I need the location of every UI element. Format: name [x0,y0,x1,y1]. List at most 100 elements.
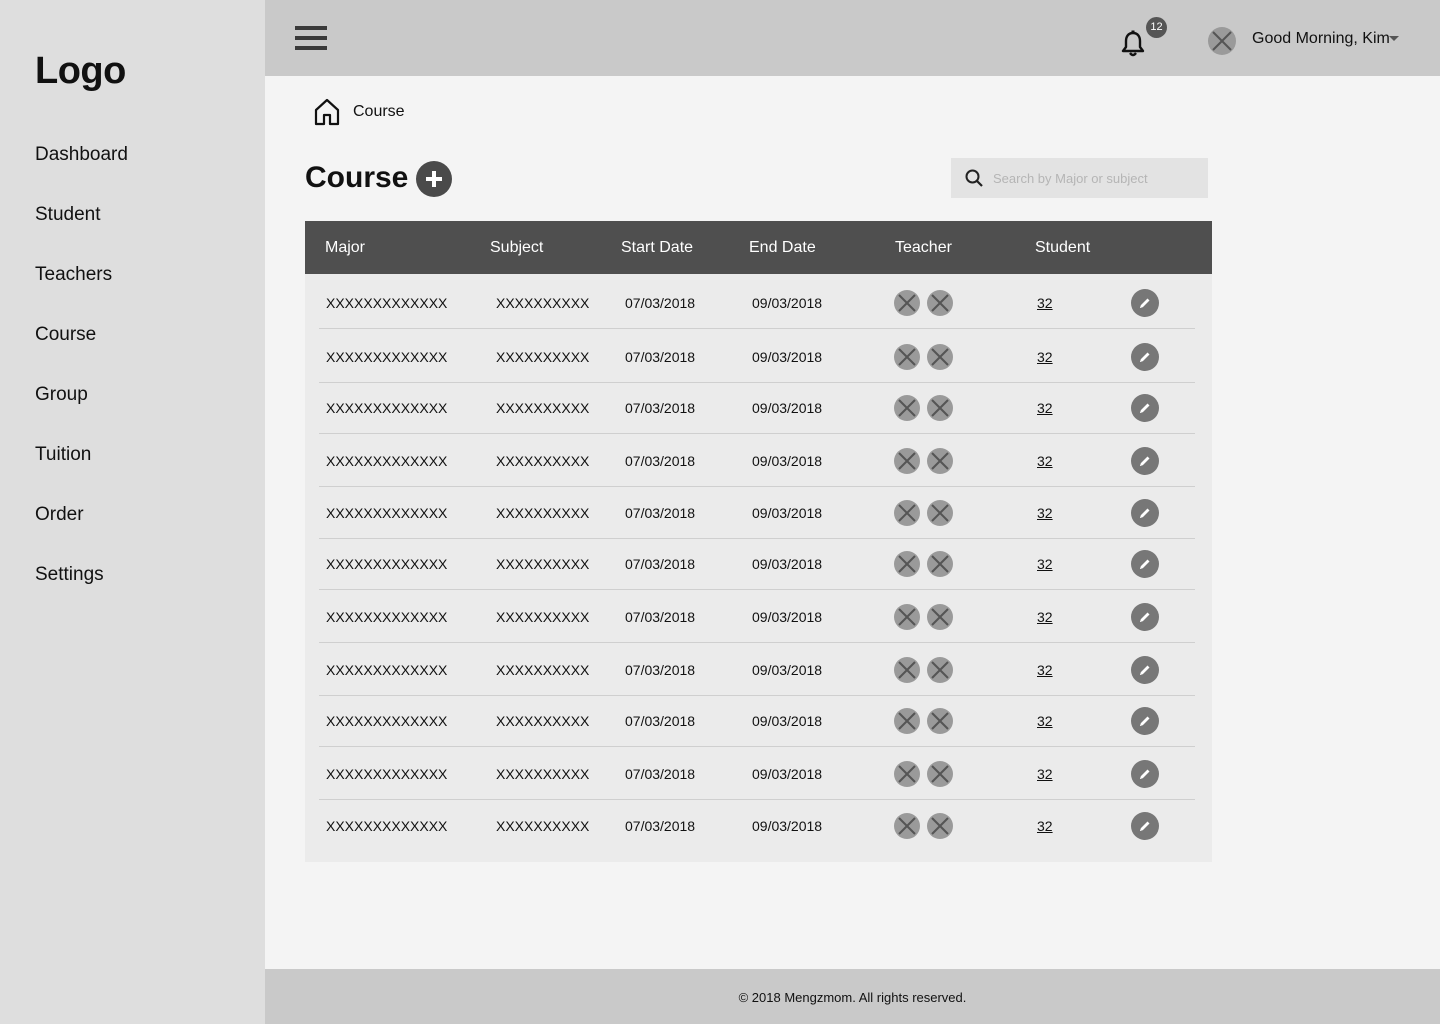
student-count-link[interactable]: 32 [1037,695,1053,747]
footer: © 2018 Mengzmom. All rights reserved. [265,969,1440,1024]
teacher-avatar[interactable] [894,604,920,630]
table-row: XXXXXXXXXXXXX XXXXXXXXXX 07/03/2018 09/03/2… [319,435,1195,487]
page-title: Course [305,161,409,194]
teacher-avatar[interactable] [894,395,920,421]
cell-end-date: 09/03/2018 [752,295,823,311]
teacher-avatar[interactable] [894,657,920,683]
cell-start-date: 07/03/2018 [625,609,696,625]
student-count-link[interactable]: 32 [1037,331,1053,383]
cell-major: XXXXXXXXXXXXX [326,556,448,572]
cell-subject: XXXXXXXXXX [496,349,590,365]
cell-subject: XXXXXXXXXX [496,766,590,782]
sidebar-item-course[interactable]: Course [35,320,128,380]
edit-button[interactable] [1131,707,1159,735]
column-header-major: Major [325,239,366,256]
sidebar-item-settings[interactable]: Settings [35,560,128,620]
chevron-down-icon[interactable] [1389,36,1399,41]
edit-button[interactable] [1131,812,1159,840]
student-count-link[interactable]: 32 [1037,538,1053,590]
student-count-link[interactable]: 32 [1037,748,1053,800]
teacher-avatar[interactable] [927,604,953,630]
teacher-avatar[interactable] [927,551,953,577]
teacher-avatar[interactable] [927,761,953,787]
table-row: XXXXXXXXXXXXX XXXXXXXXXX 07/03/2018 09/03/2… [319,538,1195,590]
notification-badge: 12 [1146,17,1167,38]
cell-major: XXXXXXXXXXXXX [326,609,448,625]
sidebar-item-student[interactable]: Student [35,200,128,260]
teacher-avatar[interactable] [894,500,920,526]
cell-subject: XXXXXXXXXX [496,662,590,678]
course-table: Major Subject Start Date End Date Teache… [305,221,1212,862]
teacher-avatar[interactable] [927,448,953,474]
edit-button[interactable] [1131,289,1159,317]
edit-button[interactable] [1131,447,1159,475]
column-header-teacher: Teacher [895,239,952,256]
cell-major: XXXXXXXXXXXXX [326,505,448,521]
teacher-avatar[interactable] [927,290,953,316]
cell-start-date: 07/03/2018 [625,505,696,521]
edit-button[interactable] [1131,550,1159,578]
teacher-avatar[interactable] [894,761,920,787]
teacher-avatar[interactable] [894,708,920,734]
table-row: XXXXXXXXXXXXX XXXXXXXXXX 07/03/2018 09/03/2… [319,487,1195,539]
sidebar-nav: Dashboard Student Teachers Course Group … [35,140,128,620]
sidebar-item-dashboard[interactable]: Dashboard [35,140,128,200]
edit-button[interactable] [1131,760,1159,788]
avatar[interactable] [1208,27,1236,55]
teacher-avatar[interactable] [927,344,953,370]
edit-button[interactable] [1131,499,1159,527]
user-greeting[interactable]: Good Morning, Kim [1252,28,1390,50]
bell-icon[interactable] [1120,30,1146,58]
teacher-avatar[interactable] [894,551,920,577]
column-header-end-date: End Date [749,239,816,256]
sidebar-item-tuition[interactable]: Tuition [35,440,128,500]
sidebar-item-teachers[interactable]: Teachers [35,260,128,320]
sidebar-item-order[interactable]: Order [35,500,128,560]
cell-major: XXXXXXXXXXXXX [326,400,448,416]
logo[interactable]: Logo [35,50,126,93]
copyright-text: © 2018 Mengzmom. All rights reserved. [738,990,967,1005]
column-header-start-date: Start Date [621,239,694,256]
teacher-avatar[interactable] [894,290,920,316]
hamburger-icon[interactable] [295,26,327,52]
add-course-button[interactable] [416,161,452,197]
cell-end-date: 09/03/2018 [752,766,823,782]
student-count-link[interactable]: 32 [1037,644,1053,696]
student-count-link[interactable]: 32 [1037,382,1053,434]
edit-button[interactable] [1131,603,1159,631]
teacher-avatar[interactable] [894,813,920,839]
edit-button[interactable] [1131,394,1159,422]
cell-major: XXXXXXXXXXXXX [326,453,448,469]
teacher-avatar[interactable] [894,344,920,370]
cell-major: XXXXXXXXXXXXX [326,295,448,311]
teacher-avatar[interactable] [894,448,920,474]
student-count-link[interactable]: 32 [1037,277,1053,329]
teacher-avatar[interactable] [927,708,953,734]
table-row: XXXXXXXXXXXXX XXXXXXXXXX 07/03/2018 09/03/2… [319,331,1195,383]
cell-end-date: 09/03/2018 [752,818,823,834]
student-count-link[interactable]: 32 [1037,435,1053,487]
cell-start-date: 07/03/2018 [625,713,696,729]
student-count-link[interactable]: 32 [1037,487,1053,539]
cell-end-date: 09/03/2018 [752,400,823,416]
edit-button[interactable] [1131,343,1159,371]
cell-subject: XXXXXXXXXX [496,505,590,521]
cell-major: XXXXXXXXXXXXX [326,349,448,365]
cell-major: XXXXXXXXXXXXX [326,766,448,782]
teacher-avatar[interactable] [927,500,953,526]
sidebar-item-group[interactable]: Group [35,380,128,440]
edit-button[interactable] [1131,656,1159,684]
home-icon[interactable] [314,98,340,126]
teacher-avatar[interactable] [927,813,953,839]
cell-subject: XXXXXXXXXX [496,295,590,311]
cell-end-date: 09/03/2018 [752,453,823,469]
student-count-link[interactable]: 32 [1037,800,1053,852]
student-count-link[interactable]: 32 [1037,591,1053,643]
cell-start-date: 07/03/2018 [625,818,696,834]
breadcrumb-current: Course [353,103,405,120]
search-input[interactable] [993,166,1198,190]
teacher-avatar[interactable] [927,657,953,683]
search-icon [965,169,983,187]
teacher-avatar[interactable] [927,395,953,421]
table-row: XXXXXXXXXXXXX XXXXXXXXXX 07/03/2018 09/03/2… [319,644,1195,696]
